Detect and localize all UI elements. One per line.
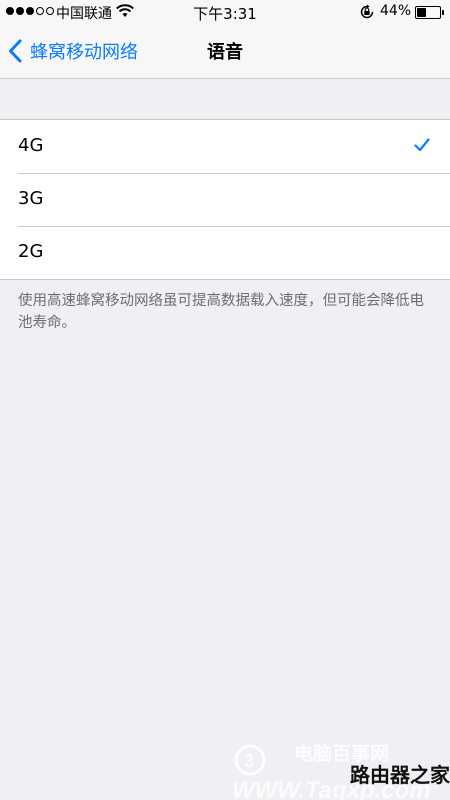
watermark-line1: 电脑百事网 [294,742,389,765]
status-bar: 中国联通 下午3:31 44% [0,0,450,24]
option-row-3g[interactable]: 3G [0,173,450,226]
page-title: 语音 [207,42,243,63]
footer-note: 使用高速蜂窝移动网络虽可提高数据载入速度，但可能会降低电池寿命。 [18,293,424,331]
option-label: 4G [18,135,44,156]
svg-text:3: 3 [244,751,254,771]
watermark-logo: 3 电脑百事网 路由器之家 WWW.Tagxp.com [232,742,450,800]
watermark-line3: WWW.Tagxp.com [232,777,431,800]
navigation-bar: 蜂窝移动网络 语音 [0,24,450,78]
battery-cap [442,10,444,15]
option-row-2g[interactable]: 2G [0,226,450,279]
top-bar: 中国联通 下午3:31 44% 蜂窝移动网络 语音 [0,0,450,79]
checkmark-icon [414,138,430,152]
option-row-4g[interactable]: 4G [0,120,450,173]
option-label: 3G [18,188,44,209]
screen: 中国联通 下午3:31 44% 蜂窝移动网络 语音 4G 3G 2G 使用高速蜂… [0,0,450,800]
network-option-list: 4G 3G 2G [0,119,450,280]
option-label: 2G [18,241,44,262]
rotation-lock-icon [360,4,374,19]
battery-fill [417,8,426,17]
battery-icon [415,6,444,19]
battery-percent: 44% [380,3,412,19]
